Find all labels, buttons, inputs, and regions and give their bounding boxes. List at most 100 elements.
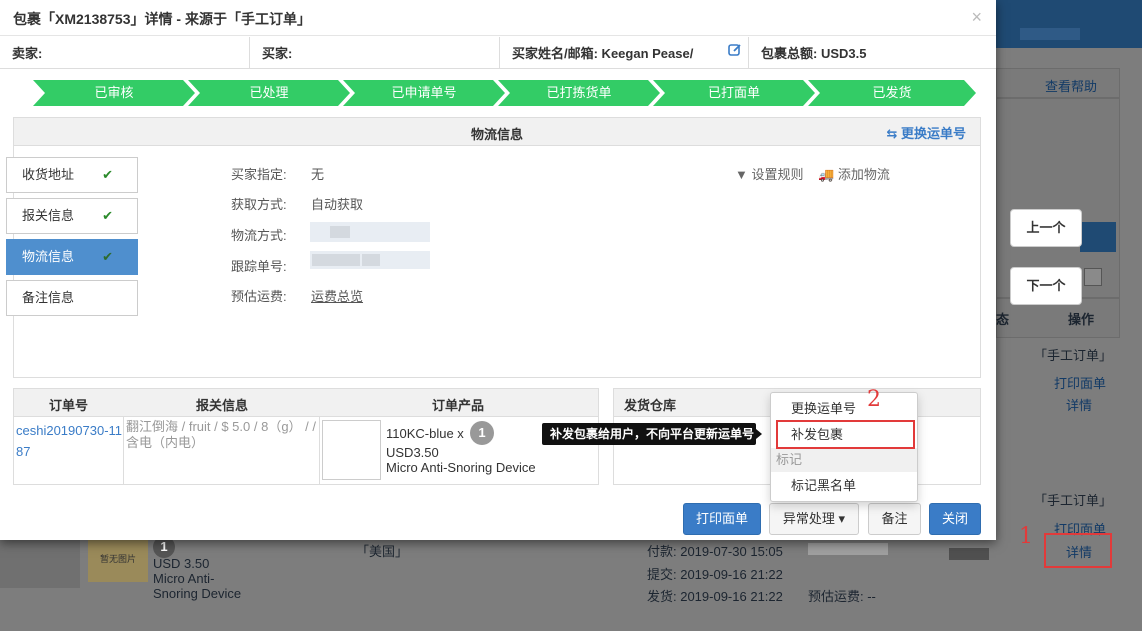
set-rule-label: 设置规则 — [751, 167, 804, 182]
nav-remark-info[interactable]: 备注信息 — [6, 280, 138, 316]
product-name: Micro Anti-Snoring Device — [386, 460, 536, 475]
logistics-title: 物流信息 — [470, 127, 523, 142]
nav-label: 报关信息 — [22, 208, 75, 223]
menu-group-mark: 标记 — [771, 448, 917, 472]
divider — [319, 417, 320, 485]
nav-label: 物流信息 — [22, 249, 75, 264]
check-icon: ✔ — [102, 208, 113, 223]
highlight-box-reship — [776, 420, 915, 449]
field-label-buyer-specified: 买家指定: — [231, 167, 287, 182]
reship-tooltip: 补发包裹给用户，不向平台更新运单号 — [542, 423, 762, 445]
background-detail-link-1[interactable]: 详情 — [1066, 395, 1092, 414]
freight-overview-link[interactable]: 运费总览 — [311, 286, 363, 305]
order-table: 订单号 报关信息 订单产品 ceshi20190730-1187 翻江倒海 / … — [13, 388, 599, 485]
background-col-status: 态 — [996, 312, 1010, 327]
background-row-icons — [949, 548, 989, 560]
tracking-number-blurred-part — [312, 254, 360, 266]
step-5: 已打面单 — [653, 80, 815, 106]
close-icon[interactable]: × — [971, 7, 982, 28]
prev-button[interactable]: 上一个 — [1010, 209, 1082, 247]
background-col-action: 操作 — [1068, 312, 1095, 327]
swap-tracking-button[interactable]: ⇆ 更换运单号 — [886, 123, 966, 142]
background-nopic-label: 暂无图片 — [100, 554, 137, 564]
exception-handling-button[interactable]: 异常处理 ▾ — [769, 503, 859, 535]
package-info-row: 卖家: 买家: 买家姓名/邮箱: Keegan Pease/ 包裹总额: USD… — [0, 37, 996, 69]
edit-icon[interactable] — [728, 43, 742, 57]
background-price: USD 3.50 — [153, 556, 210, 571]
add-logistics-label: 添加物流 — [837, 167, 890, 182]
buyer-name-cell: 买家姓名/邮箱: Keegan Pease/ — [500, 37, 749, 69]
menu-item-change-tracking[interactable]: 更换运单号 — [771, 396, 917, 422]
col-customs: 报关信息 — [196, 398, 249, 413]
background-ship-time: 发货: 2019-09-16 21:22 — [647, 589, 783, 604]
step-3: 已申请单号 — [343, 80, 505, 106]
modal-header: 包裹「XM2138753」详情 - 来源于「手工订单」 × — [0, 0, 996, 36]
background-left-block — [0, 540, 80, 588]
nav-label: 备注信息 — [22, 290, 75, 305]
background-country: 「美国」 — [356, 544, 409, 559]
background-help-link[interactable]: 查看帮助 — [1045, 76, 1097, 95]
add-logistics-button[interactable]: 🚚 添加物流 — [818, 164, 890, 183]
background-nopic-image: 暂无图片 — [88, 540, 148, 582]
shipping-method-blurred-part — [330, 226, 350, 238]
nav-logistics-info[interactable]: 物流信息 ✔ — [6, 239, 138, 275]
background-submit-time: 提交: 2019-09-16 21:22 — [647, 567, 783, 582]
menu-item-mark-blacklist[interactable]: 标记黑名单 — [771, 473, 917, 499]
annotation-number-2: 2 — [867, 387, 881, 412]
status-steps: 已审核 已处理 已申请单号 已打拣货单 已打面单 已发货 — [33, 80, 976, 106]
buyer-name-text: 买家姓名/邮箱: Keegan Pease/ — [512, 46, 694, 61]
truck-icon: 🚚 — [818, 167, 835, 182]
close-button[interactable]: 关闭 — [929, 503, 981, 535]
field-label-fetch-method: 获取方式: — [231, 197, 287, 212]
step-6: 已发货 — [808, 80, 976, 106]
warehouse-title: 发货仓库 — [624, 398, 677, 413]
nav-customs-info[interactable]: 报关信息 ✔ — [6, 198, 138, 234]
background-freight: 预估运费: -- — [808, 589, 876, 604]
background-print-link-1[interactable]: 打印面单 — [1054, 373, 1106, 392]
order-number-link[interactable]: ceshi20190730-1187 — [16, 420, 124, 462]
field-label-estimated-freight: 预估运费: — [231, 289, 287, 304]
product-image — [322, 420, 381, 480]
remark-button[interactable]: 备注 — [868, 503, 921, 535]
field-value-buyer-specified: 无 — [311, 167, 325, 182]
modal-title: 包裹「XM2138753」详情 - 来源于「手工订单」 — [13, 11, 311, 27]
logistics-section: 物流信息 ⇆ 更换运单号 — [13, 117, 981, 378]
customs-info-text: 翻江倒海 / fruit / $ 5.0 / 8（g） / / 含电（内电） — [126, 419, 316, 450]
background-source-2: 「手工订单」 — [1034, 493, 1113, 508]
background-source-1: 「手工订单」 — [1034, 348, 1113, 363]
step-2: 已处理 — [188, 80, 350, 106]
background-product: Micro Anti-Snoring Device — [153, 571, 242, 601]
tracking-number-blurred-part — [362, 254, 380, 266]
field-label-tracking-number: 跟踪单号: — [231, 259, 287, 274]
check-icon: ✔ — [102, 167, 113, 182]
step-1: 已审核 — [33, 80, 195, 106]
field-value-fetch-method: 自动获取 — [311, 197, 364, 212]
order-table-header: 订单号 报关信息 订单产品 — [14, 389, 598, 417]
set-rule-button[interactable]: ▼ 设置规则 — [735, 164, 804, 183]
background-blurred-user — [1020, 28, 1080, 40]
background-select[interactable] — [1084, 268, 1102, 286]
package-total-cell: 包裹总额: USD3.5 — [761, 46, 867, 61]
background-paid-time: 付款: 2019-07-30 15:05 — [647, 544, 783, 559]
shipping-method-blurred — [310, 222, 430, 242]
buyer-cell: 买家: — [250, 37, 500, 69]
product-price: USD3.50 — [386, 445, 439, 460]
product-qty-badge: 1 — [470, 421, 494, 445]
product-sku: 110KC-blue x — [386, 426, 464, 441]
logistics-header: 物流信息 ⇆ 更换运单号 — [14, 118, 980, 146]
seller-cell: 卖家: — [0, 37, 250, 69]
annotation-number-1: 1 — [1019, 524, 1033, 549]
background-blurred-tracking — [808, 543, 888, 555]
filter-icon: ▼ — [735, 167, 748, 182]
check-icon: ✔ — [102, 249, 113, 264]
nav-label: 收货地址 — [22, 167, 75, 182]
next-button[interactable]: 下一个 — [1010, 267, 1082, 305]
field-label-shipping-method: 物流方式: — [231, 228, 287, 243]
background-dropdown-button[interactable] — [1080, 222, 1116, 252]
nav-shipping-address[interactable]: 收货地址 ✔ — [6, 157, 138, 193]
background-top-bar — [996, 0, 1142, 48]
col-order-no: 订单号 — [49, 398, 89, 413]
step-4: 已打拣货单 — [498, 80, 660, 106]
col-product: 订单产品 — [432, 398, 485, 413]
print-label-button[interactable]: 打印面单 — [683, 503, 761, 535]
